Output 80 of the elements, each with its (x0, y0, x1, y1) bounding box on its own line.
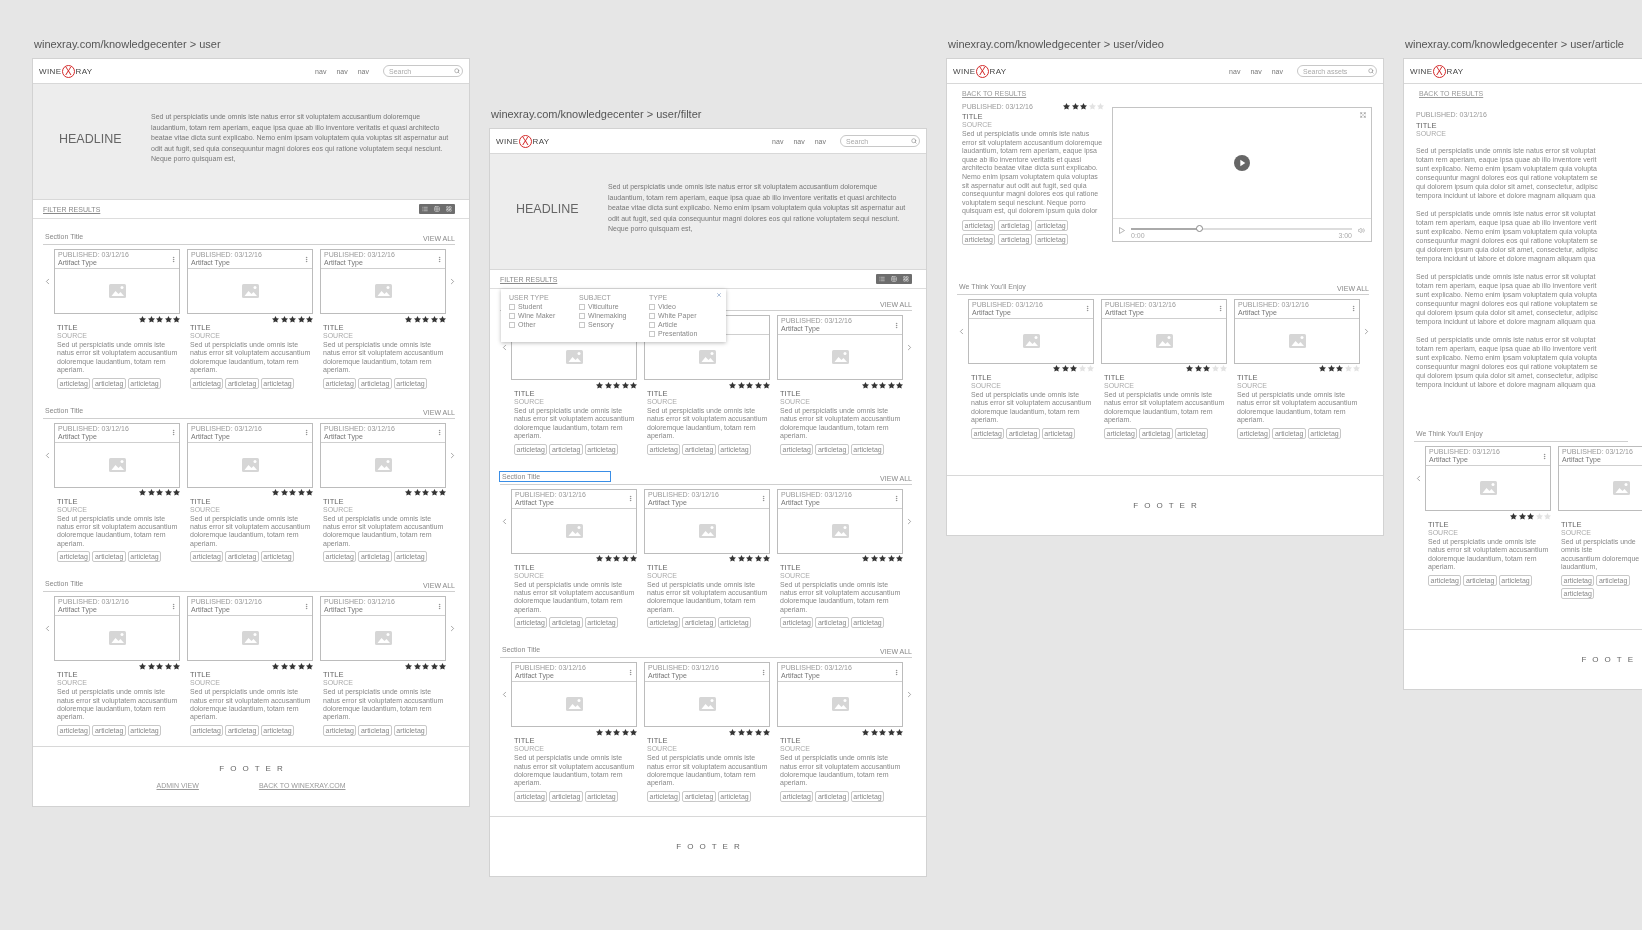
footer-label: FOOTER (218, 764, 289, 773)
chevron-left-icon[interactable] (43, 277, 52, 286)
headline: HEADLINE (516, 201, 580, 216)
chevron-right-icon[interactable] (905, 343, 914, 352)
chevron-left-icon[interactable] (500, 516, 509, 526)
checkbox[interactable] (579, 321, 585, 328)
checkbox[interactable] (509, 303, 515, 310)
chevron-right-icon[interactable] (448, 277, 457, 286)
chevron-right-icon[interactable] (448, 450, 457, 460)
image-placeholder-icon (1155, 333, 1173, 348)
checkbox[interactable] (579, 303, 585, 310)
image-placeholder-icon (241, 631, 259, 646)
chevron-left-icon[interactable] (957, 326, 966, 336)
fullscreen-icon[interactable] (1360, 112, 1366, 118)
footer-label: FOOTE (1580, 655, 1639, 664)
grid-icon[interactable] (434, 206, 440, 212)
volume-icon[interactable] (1358, 226, 1365, 234)
chevron-left-icon[interactable] (1414, 474, 1423, 483)
checkbox[interactable] (579, 312, 585, 319)
play-button[interactable] (1234, 155, 1250, 171)
chevron-left-icon[interactable] (500, 343, 509, 352)
play-icon[interactable] (1119, 226, 1125, 234)
checkbox[interactable] (649, 330, 655, 337)
page-url-label: winexray.com/knowledgecenter > user/video (948, 38, 1164, 50)
search-icon[interactable] (911, 138, 917, 144)
image-placeholder-icon (1288, 333, 1306, 348)
logo[interactable]: WINE X RAY (496, 134, 550, 148)
page-url-label: winexray.com/knowledgecenter > user/article (1405, 38, 1624, 50)
page-url-label: winexray.com/knowledgecenter > user/filter (491, 108, 702, 120)
image-placeholder-icon (1479, 481, 1497, 495)
view-toggle[interactable] (419, 204, 455, 214)
checkbox[interactable] (509, 312, 515, 319)
grid-icon[interactable] (891, 276, 897, 282)
tiles-icon[interactable] (446, 206, 452, 212)
tiles-icon[interactable] (903, 276, 909, 282)
image-placeholder-icon (565, 697, 583, 712)
logo[interactable]: WINE X RAY (953, 64, 1007, 78)
chevron-right-icon[interactable] (905, 516, 914, 526)
image-placeholder-icon (374, 631, 392, 646)
view-toggle[interactable] (876, 274, 912, 284)
chevron-left-icon[interactable] (500, 690, 509, 700)
page-url-label: winexray.com/knowledgecenter > user (34, 38, 221, 50)
image-placeholder-icon (1612, 481, 1630, 495)
image-placeholder-icon (565, 523, 583, 538)
checkbox[interactable] (649, 303, 655, 310)
slider-thumb[interactable] (1196, 225, 1203, 232)
image-placeholder-icon (374, 457, 392, 472)
chevron-left-icon[interactable] (43, 624, 52, 634)
image-placeholder-icon (698, 697, 716, 712)
image-placeholder-icon (565, 350, 583, 364)
image-placeholder-icon (831, 697, 849, 712)
image-placeholder-icon (698, 523, 716, 538)
image-placeholder-icon (374, 284, 392, 298)
image-placeholder-icon (108, 631, 126, 646)
image-placeholder-icon (108, 457, 126, 472)
chevron-right-icon[interactable] (1362, 326, 1371, 336)
image-placeholder-icon (698, 350, 716, 364)
image-placeholder-icon (108, 284, 126, 298)
image-placeholder-icon (241, 457, 259, 472)
close-icon[interactable] (716, 292, 722, 298)
checkbox[interactable] (649, 312, 655, 319)
search-icon[interactable] (1368, 68, 1374, 74)
footer-label: FOOTER (1132, 501, 1203, 510)
footer-label: FOOTER (675, 842, 746, 851)
image-placeholder-icon (831, 523, 849, 538)
image-placeholder-icon (1022, 333, 1040, 348)
image-placeholder-icon (241, 284, 259, 298)
logo[interactable]: WINE X RAY (39, 64, 93, 78)
progress-track[interactable] (1131, 227, 1352, 230)
search-icon[interactable] (454, 68, 460, 74)
checkbox[interactable] (509, 321, 515, 328)
checkbox[interactable] (649, 321, 655, 328)
headline: HEADLINE (59, 131, 123, 146)
logo[interactable]: WINE X RAY (1410, 64, 1464, 78)
chevron-right-icon[interactable] (905, 690, 914, 700)
image-placeholder-icon (831, 350, 849, 364)
chevron-right-icon[interactable] (448, 624, 457, 634)
chevron-left-icon[interactable] (43, 450, 52, 460)
list-icon[interactable] (879, 276, 885, 282)
list-icon[interactable] (422, 206, 428, 212)
